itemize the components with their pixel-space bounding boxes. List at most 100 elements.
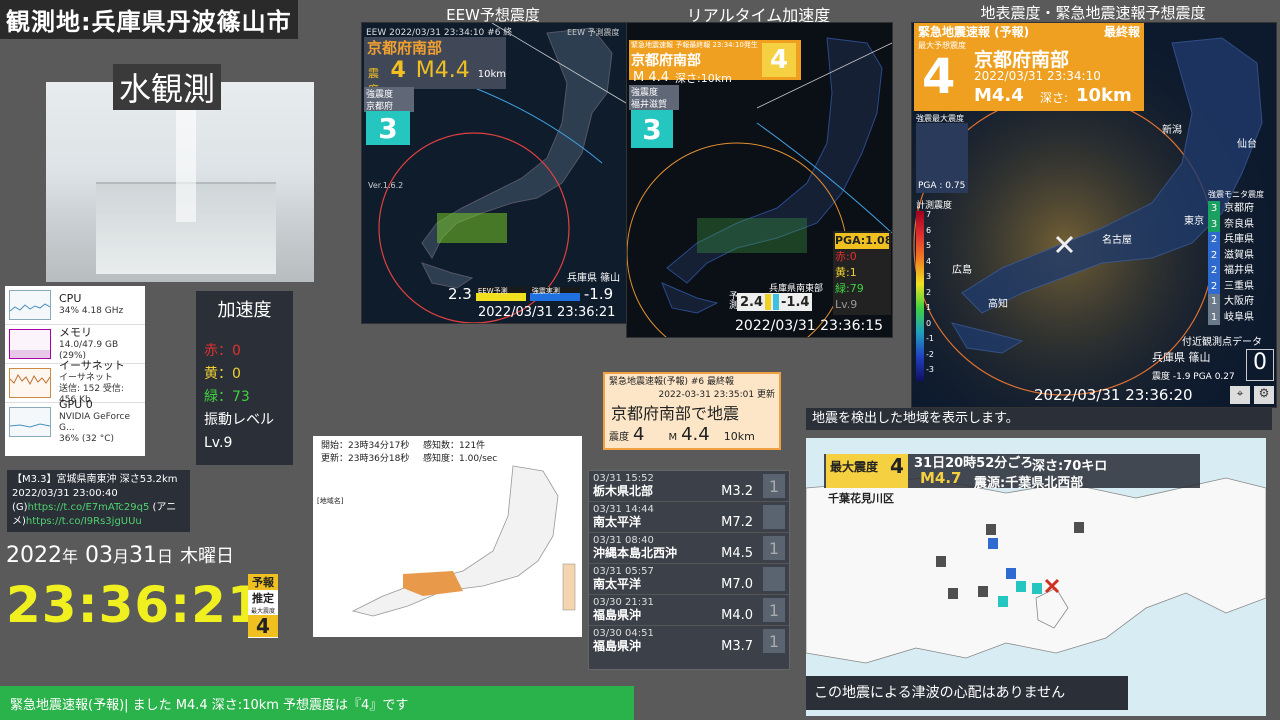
monitor-gpu[interactable]: GPU 0 NVIDIA GeForce G... 36% (32 °C) [5,399,145,444]
surface-header-left: 緊急地震速報 (予報) [918,25,1030,39]
cpu-graph [9,290,51,320]
quake-item[interactable]: 03/31 05:57 南太平洋 M7.0 [589,564,789,595]
quake-int: 1 [763,536,785,560]
pref-row-osaka: 1 大阪府 [1208,294,1254,310]
eew-legend-predict: EEW予測 [477,287,508,295]
tweet-prefix-2: メ) [12,516,26,527]
realtime-strong-pref: 福井滋賀 [629,97,679,110]
accel-title: 加速度 [217,300,272,321]
scale-tick-m3: -3 [926,365,934,374]
quake-item[interactable]: 03/30 04:51 福島県沖 M3.7 1 [589,626,789,656]
scale-tick-m1: -1 [926,334,934,343]
accel-red: 赤：0 [204,343,241,359]
quake-mag: M3.2 [721,484,753,499]
eew-left-value: 2.3 [448,285,472,303]
quake-int [763,505,785,529]
monitor-memory-detail: 14.0/47.9 GB (29%) [59,339,119,361]
surface-datetime: 2022/03/31 23:34:10 [974,69,1101,83]
accel-yellow: 黄：0 [204,366,241,382]
pref-row-shiga: 2 滋賀県 [1208,247,1254,263]
surface-pga-box: PGA : 0.75 [916,123,968,193]
tweet-link-2[interactable]: https://t.co/I9Rs3jgUUu [26,516,142,527]
eew-strong-intensity: 3 [366,111,410,145]
eew-bar-row: 2.3 EEW予測 強震実測 -1.9 [448,285,613,303]
memory-graph [9,329,51,359]
quake-item[interactable]: 03/31 08:40 沖縄本島北西沖 M4.5 1 [589,533,789,564]
monitor-cpu-detail: 34% 4.18 GHz [59,306,124,316]
eew-notice: 緊急地震速報(予報) #6 最終報 2022-03-31 23:35:01 更新… [603,372,781,450]
pref-int: 3 [1208,216,1220,232]
scale-ticks: 7 6 5 4 3 2 1 0 -1 -2 -3 [926,207,934,378]
settings-gear-icon[interactable]: ⚙ [1254,386,1274,404]
badge-forecast: 予報 [248,574,278,590]
accel-green: 緑：73 [204,389,250,405]
quake-place: 南太平洋 [593,577,642,591]
surface-pga: PGA : 0.75 [918,181,966,191]
time-display: 23:36:21 [6,576,263,634]
date-weekday: 木曜日 [180,546,235,567]
quake-item[interactable]: 03/30 21:31 福島県沖 M4.0 1 [589,595,789,626]
city-tokyo: 東京 [1184,216,1204,227]
quake-mag: M4.5 [721,546,753,561]
monitor-cpu[interactable]: CPU 34% 4.18 GHz [5,286,145,325]
pref-row-mie: 2 三重県 [1208,278,1254,294]
eew-intensity: 4 [390,58,406,83]
city-kochi: 高知 [988,299,1008,310]
monitor-memory-name: メモリ [59,325,92,339]
surface-depth: 10km [1076,85,1132,106]
monitor-ethernet-name: イーサネット [59,359,125,372]
eew-notice-headline: 京都府南部で地震 [611,404,740,423]
surface-monitor-title: 強震モニタ震度 [1208,190,1264,199]
quake-place: 沖縄本島北西沖 [593,546,678,560]
region-max-int: 4 [890,454,904,478]
pref-int: 2 [1208,278,1220,294]
eew-timestamp: 2022/03/31 23:36:21 [478,305,616,320]
forecast-badge: 予報 推定 最大震度 4 [248,574,278,638]
quake-int [763,567,785,591]
tweet-link-1[interactable]: https://t.co/E7mATc29q5 [28,502,150,513]
scale-tick-0: 0 [926,318,932,328]
region-tsunami: この地震による津波の心配はありません [806,676,1128,710]
date-display: 2022年 03月31日 木曜日 [6,542,234,568]
scale-tick-2: 2 [926,287,932,297]
date-month: 03 [85,543,114,568]
region-banner: 地震を検出した地域を表示します。 [806,408,1272,430]
surface-panel: 緊急地震速報 (予報) 最終報 最大予想震度 4 京都府南部 2022/03/3… [911,22,1277,408]
tweet-line2: 2022/03/31 23:00:40 [12,488,118,499]
surface-nearby: 付近観測点データ [1182,337,1262,348]
scale-tick-4: 4 [926,256,932,266]
eew-notice-updated: 2022-03-31 23:35:01 更新 [658,390,775,400]
date-year: 2022 [6,543,62,568]
eew-notice-mag: 4.4 [681,424,710,445]
pref-row-hyogo: 2 兵庫県 [1208,232,1254,248]
date-day: 31 [129,543,158,568]
detect-map: 開始：23時34分17秒 感知数：121件 更新：23時36分18秒 感知度：1… [313,436,582,637]
realtime-green: 緑:79 [835,282,864,295]
quake-place: 福島県沖 [593,608,642,622]
eew-depth: 10km [477,69,506,80]
eew-info-box: 京都府南部 震度 4 M4.4 10km [364,37,506,96]
detect-map-drawing [351,465,576,617]
surface-station-vals: 震度 -1.9 PGA 0.27 [1152,372,1235,382]
city-sendai: 仙台 [1237,139,1257,150]
quake-mag: M7.0 [721,577,753,592]
ticker: 緊急地震速報(予報)| ました M4.4 深さ:10km 予想震度は『4』です [0,686,634,720]
quake-item[interactable]: 03/31 15:52 栃木県北部 M3.2 1 [589,471,789,502]
locate-button[interactable]: ⌖ [1230,386,1250,404]
quake-list: 03/31 15:52 栃木県北部 M3.2 1 03/31 14:44 南太平… [588,470,790,670]
pref-int: 2 [1208,232,1220,248]
region-map: 最大震度 4 31日20時52分ごろ 深さ:70キロ M4.7 震源:千葉県北西… [806,438,1266,716]
pref-int: 3 [1208,201,1220,217]
surface-intensity: 4 [922,49,956,105]
realtime-red: 赤:0 [835,250,857,263]
realtime-panel: 緊急地震速報 予報最終報 23:34:10発生 京都府南部 M 4.4 深さ:1… [626,22,893,338]
acceleration-box: 加速度 赤：0 黄：0 緑：73 振動レベル Lv.9 [196,291,293,465]
realtime-mag: M 4.4 [633,70,670,85]
quake-item[interactable]: 03/31 14:44 南太平洋 M7.2 [589,502,789,533]
tweet-line1: 【M3.3】宮城県南東沖 深さ53.2km [12,474,178,485]
surface-station-int: 0 [1246,349,1274,381]
eew-magnitude: M4.4 [415,58,470,83]
surface-mag: M4.4 [974,85,1024,106]
scale-tick-7: 7 [926,210,932,219]
region-area: 千葉花見川区 [828,492,894,505]
